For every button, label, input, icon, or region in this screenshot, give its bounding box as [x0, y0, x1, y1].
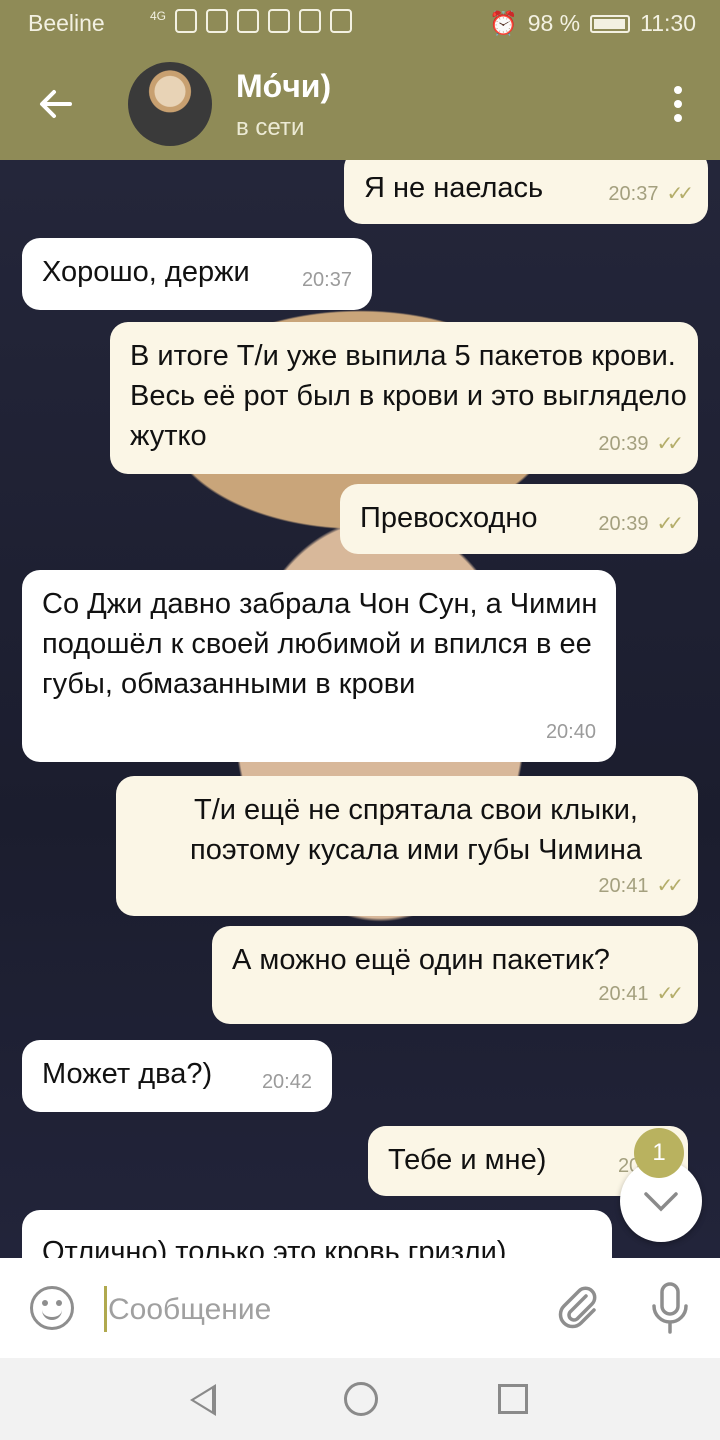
message-text: Тебе и мне)	[388, 1144, 547, 1176]
read-check-icon: ✓✓	[656, 875, 683, 897]
message-time: 20:40	[545, 721, 596, 743]
message-bubble[interactable]: Т/и ещё не спрятала свои клыки, поэтому …	[116, 776, 698, 916]
message-bubble[interactable]: В итоге Т/и уже выпила 5 пакетов крови. …	[110, 322, 698, 474]
message-text: Отлично) только это кровь гризли)	[42, 1236, 507, 1258]
message-bubble[interactable]: А можно ещё один пакетик? 20:41 ✓✓	[212, 926, 698, 1024]
nav-back-icon[interactable]	[190, 1384, 216, 1416]
more-menu-icon[interactable]	[674, 86, 684, 124]
chat-header: Мо́чи) в сети	[0, 48, 720, 160]
message-time: 20:37	[301, 269, 352, 291]
message-bubble[interactable]: Может два?) 20:42	[22, 1040, 332, 1112]
read-check-icon: ✓✓	[656, 433, 683, 455]
chat-area[interactable]: Я не наелась 20:37 ✓✓ Хорошо, держи 20:37…	[0, 160, 720, 1258]
message-text: Я не наелась	[364, 172, 544, 204]
message-text: Т/и ещё не спрятала свои клыки, поэтому …	[190, 794, 642, 866]
image-notification-icon	[237, 9, 260, 33]
chevron-down-icon	[644, 1192, 678, 1212]
message-input[interactable]	[106, 1286, 530, 1334]
message-bubble[interactable]: Со Джи давно забрала Чон Сун, а Чимин по…	[22, 570, 616, 762]
notification-icons: 4G	[150, 9, 353, 33]
message-bubble[interactable]: Отлично) только это кровь гризли)	[22, 1210, 612, 1258]
message-bubble[interactable]: Хорошо, держи 20:37	[22, 238, 372, 310]
paperclip-icon[interactable]	[556, 1284, 600, 1330]
microphone-icon[interactable]	[650, 1282, 690, 1334]
message-time: 20:41	[598, 983, 649, 1005]
message-bubble[interactable]: Превосходно 20:39 ✓✓	[340, 484, 698, 554]
clock: 11:30	[640, 10, 696, 36]
chat-title[interactable]: Мо́чи)	[236, 68, 331, 105]
message-text: Хорошо, держи	[42, 256, 250, 288]
read-check-icon: ✓✓	[656, 513, 683, 535]
nav-home-icon[interactable]	[344, 1382, 378, 1416]
message-text: Превосходно	[360, 502, 538, 534]
status-bar: Beeline 4G ⏰ 98 % 11:30	[0, 0, 720, 48]
read-check-icon: ✓✓	[656, 983, 683, 1005]
message-time: 20:42	[261, 1071, 312, 1093]
back-arrow-icon[interactable]	[36, 84, 76, 124]
unread-badge: 1	[634, 1128, 684, 1178]
signal-icon	[175, 9, 198, 33]
alarm-icon: ⏰	[489, 10, 518, 36]
message-text: А можно ещё один пакетик?	[232, 944, 610, 976]
message-time: 20:39	[598, 433, 649, 455]
avatar[interactable]	[128, 62, 212, 146]
emoji-icon[interactable]	[30, 1286, 74, 1330]
read-check-icon: ✓✓	[666, 183, 693, 205]
battery-icon	[590, 14, 631, 33]
upload-notification-icon	[330, 9, 353, 33]
network-type: 4G	[150, 9, 167, 23]
message-composer	[0, 1258, 720, 1358]
battery-percent: 98 %	[527, 10, 581, 36]
message-time: 20:37	[608, 183, 659, 205]
nav-recent-apps-icon[interactable]	[498, 1384, 528, 1414]
at-notification-icon	[299, 9, 322, 33]
search-notification-icon	[206, 9, 229, 33]
message-time: 20:41	[598, 875, 649, 897]
message-time: 20:39	[598, 513, 649, 535]
online-status: в сети	[236, 114, 305, 141]
umbrella-notification-icon	[268, 9, 291, 33]
carrier-name: Beeline	[28, 10, 105, 36]
message-bubble[interactable]: Я не наелась 20:37 ✓✓	[344, 160, 708, 224]
message-text: Может два?)	[42, 1058, 213, 1090]
system-nav-bar	[0, 1358, 720, 1440]
message-text: Со Джи давно забрала Чон Сун, а Чимин по…	[42, 588, 598, 700]
